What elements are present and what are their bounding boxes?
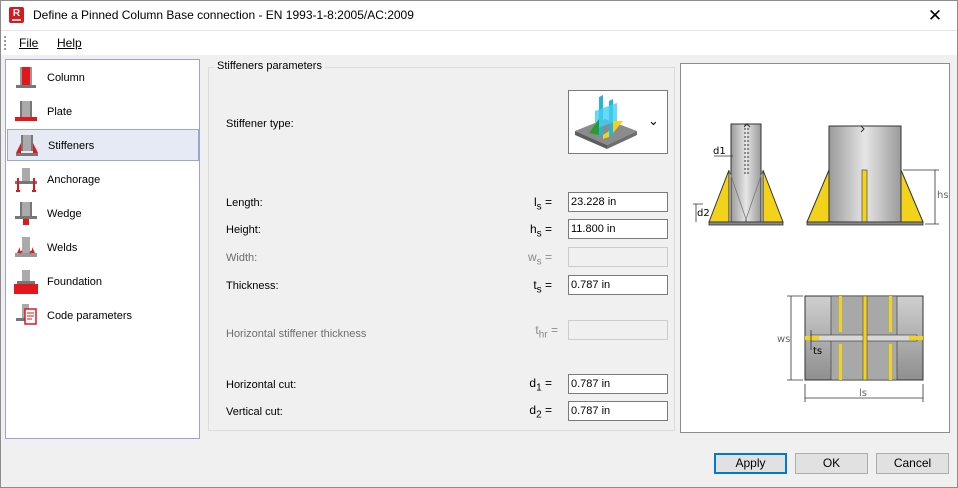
sidebar-item-label: Foundation [47,276,103,288]
sidebar-item-label: Welds [47,242,78,254]
length-input[interactable]: 23.228 in [568,192,668,212]
height-symbol: hs = [529,222,552,240]
horizontal-cut-input[interactable]: 0.787 in [568,374,668,394]
horizontal-stiffener-thickness-label: Horizontal stiffener thickness [226,328,367,340]
plan-view: ws ts ls [777,295,924,402]
sidebar-item-label: Code parameters [47,310,132,322]
code-parameters-icon [16,304,37,325]
ts-label: ts [813,346,822,357]
stiffener-preview-drawing: d1 d2 hs ws ts ls [693,123,949,402]
sidebar-nav: Column Plate Stiffeners Anchorage Wedge … [5,59,200,439]
plate-icon [15,101,37,121]
sidebar-item-welds[interactable]: Welds [7,232,199,264]
sidebar-item-label: Anchorage [47,174,101,186]
welds-icon [15,237,37,257]
sidebar-item-label: Wedge [47,208,82,220]
thickness-label: Thickness: [226,280,279,292]
foundation-icon [14,270,38,294]
thickness-input[interactable]: 0.787 in [568,275,668,295]
title-bar: R Define a Pinned Column Base connection… [0,0,958,31]
vertical-cut-symbol: d2 = [529,403,552,421]
ls-label: ls [859,388,867,399]
sidebar-item-wedge[interactable]: Wedge [7,198,199,230]
sidebar-item-code-parameters[interactable]: Code parameters [7,300,199,332]
horizontal-stiffener-thickness-input [568,320,668,340]
wedge-icon [15,202,37,225]
stiffeners-icon [16,135,38,156]
close-button[interactable]: ✕ [912,0,958,31]
anchorage-icon [15,168,37,192]
sidebar-item-label: Plate [47,106,73,118]
thickness-symbol: ts = [533,278,552,296]
menu-grip-icon [4,36,7,50]
group-title: Stiffeners parameters [214,60,325,72]
sidebar-item-label: Column [47,72,85,84]
menu-file[interactable]: File [19,36,38,50]
sidebar-item-anchorage[interactable]: Anchorage [7,164,199,196]
sidebar-item-stiffeners[interactable]: Stiffeners [7,129,199,161]
sidebar-item-plate[interactable]: Plate [7,96,199,128]
front-view: hs [806,125,949,226]
horizontal-cut-symbol: d1 = [529,376,552,394]
sidebar-item-label: Stiffeners [48,140,95,152]
length-label: Length: [226,197,263,209]
menu-file-label: File [19,36,39,50]
ok-button[interactable]: OK [795,453,868,474]
height-label: Height: [226,224,261,236]
d1-label: d1 [713,146,726,157]
column-icon [16,67,36,88]
horizontal-stiffener-thickness-symbol: thr = [535,323,558,341]
cancel-button[interactable]: Cancel [876,453,949,474]
width-symbol: ws = [527,250,552,268]
stiffener-type-label: Stiffener type: [226,118,294,130]
hs-label: hs [937,190,949,201]
width-input [568,247,668,267]
ws-label: ws [777,334,790,345]
side-view: d1 d2 [693,123,784,226]
chevron-down-icon[interactable]: ⌄ [648,113,662,128]
stiffener-type-thumbnail-icon [575,95,637,149]
menu-help[interactable]: Help [57,36,82,50]
app-icon: R [9,7,24,23]
vertical-cut-label: Vertical cut: [226,406,283,418]
height-input[interactable]: 11.800 in [568,219,668,239]
length-symbol: ls = [533,195,552,213]
d2-label: d2 [697,208,710,219]
apply-button[interactable]: Apply [714,453,787,474]
stiffener-preview-panel: d1 d2 hs ws ts ls [680,63,950,433]
window-title: Define a Pinned Column Base connection -… [33,8,414,22]
vertical-cut-input[interactable]: 0.787 in [568,401,668,421]
width-label: Width: [226,252,258,264]
stiffener-type-select[interactable]: ⌄ [568,90,668,154]
menu-help-label: Help [57,36,82,50]
horizontal-cut-label: Horizontal cut: [226,379,297,391]
sidebar-item-column[interactable]: Column [7,62,199,94]
menu-bar: File Help [0,31,958,55]
sidebar-item-foundation[interactable]: Foundation [7,266,199,298]
